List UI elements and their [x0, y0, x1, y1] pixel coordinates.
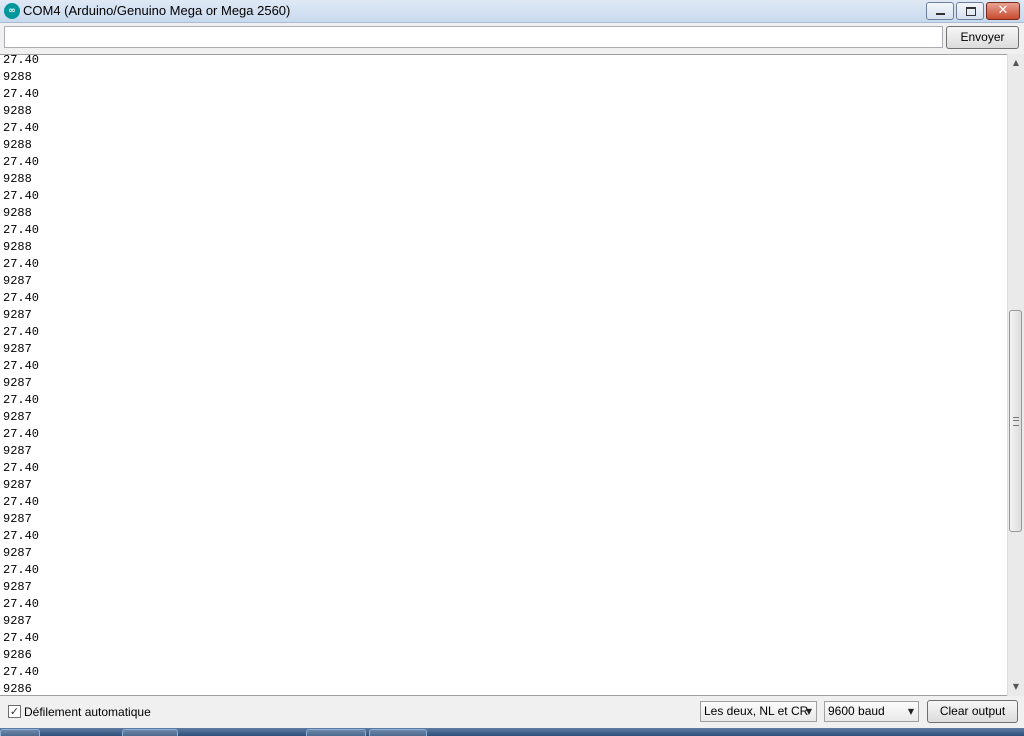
taskbar: [0, 728, 1024, 736]
output-line: 9286: [3, 682, 32, 696]
output-line: 27.40: [3, 291, 40, 305]
vertical-scrollbar[interactable]: ▲ ▼: [1007, 54, 1024, 696]
maximize-icon: [957, 3, 983, 19]
autoscroll-checkbox[interactable]: ✓: [8, 705, 21, 718]
send-input[interactable]: [4, 26, 943, 48]
output-line: 27.40: [3, 257, 40, 271]
serial-output[interactable]: 27.40 9288 27.40 9288 27.40 9288 27.40 9288 27.4…: [0, 54, 1007, 696]
grip-icon: [1013, 417, 1019, 426]
taskbar-button[interactable]: [369, 729, 427, 736]
output-line: 27.40: [3, 427, 40, 441]
serial-output-lines: 27.40 9288 27.40 9288 27.40 9288 27.40 9288 27.4…: [3, 54, 40, 696]
output-line: 9287: [3, 546, 32, 560]
output-line: 27.40: [3, 359, 40, 373]
minimize-icon: [927, 3, 953, 19]
output-line: 27.40: [3, 461, 40, 475]
line-ending-select[interactable]: Les deux, NL et CR ▼: [700, 701, 817, 722]
output-line: 9287: [3, 342, 32, 356]
output-line: 27.40: [3, 597, 40, 611]
scrollbar-thumb[interactable]: [1009, 310, 1022, 532]
close-icon: ✕: [997, 3, 1009, 18]
baud-rate-value: 9600 baud: [828, 704, 885, 718]
output-line: 9287: [3, 478, 32, 492]
close-button[interactable]: ✕: [986, 2, 1020, 20]
output-line: 27.40: [3, 563, 40, 577]
autoscroll-label: Défilement automatique: [24, 705, 151, 719]
taskbar-button[interactable]: [0, 729, 40, 736]
output-line: 9287: [3, 410, 32, 424]
output-line: 9287: [3, 308, 32, 322]
output-line: 9288: [3, 206, 32, 220]
output-line: 27.40: [3, 87, 40, 101]
output-line: 27.40: [3, 495, 40, 509]
output-line: 27.40: [3, 189, 40, 203]
output-line: 27.40: [3, 631, 40, 645]
maximize-button[interactable]: [956, 2, 984, 20]
output-line: 27.40: [3, 121, 40, 135]
scroll-down-arrow-icon[interactable]: ▼: [1008, 680, 1024, 694]
output-line: 9287: [3, 512, 32, 526]
output-line: 9288: [3, 240, 32, 254]
output-line: 9288: [3, 138, 32, 152]
output-line: 9288: [3, 104, 32, 118]
line-ending-value: Les deux, NL et CR: [704, 704, 809, 718]
chevron-down-icon: ▼: [907, 707, 914, 716]
output-line: 27.40: [3, 393, 40, 407]
send-button[interactable]: Envoyer: [946, 26, 1019, 49]
output-line: 9287: [3, 580, 32, 594]
output-line: 9287: [3, 444, 32, 458]
output-line: 27.40: [3, 223, 40, 237]
taskbar-button[interactable]: [306, 729, 366, 736]
minimize-button[interactable]: [926, 2, 954, 20]
output-line: 27.40: [3, 155, 40, 169]
arduino-icon: ∞: [4, 3, 20, 19]
bottom-bar: ✓ Défilement automatique Les deux, NL et…: [0, 697, 1024, 728]
output-line: 9287: [3, 614, 32, 628]
title-bar: ∞ COM4 (Arduino/Genuino Mega or Mega 256…: [0, 0, 1024, 23]
output-line: 27.40: [3, 529, 40, 543]
chevron-down-icon: ▼: [805, 707, 812, 716]
output-line: 9288: [3, 70, 32, 84]
output-line: 9287: [3, 376, 32, 390]
scroll-up-arrow-icon[interactable]: ▲: [1008, 56, 1024, 70]
taskbar-button[interactable]: [122, 729, 178, 736]
output-line: 9286: [3, 648, 32, 662]
output-line: 27.40: [3, 665, 40, 679]
baud-rate-select[interactable]: 9600 baud ▼: [824, 701, 919, 722]
clear-output-button[interactable]: Clear output: [927, 700, 1018, 723]
output-line: 27.40: [3, 325, 40, 339]
output-line: 27.40: [3, 54, 40, 67]
output-line: 9287: [3, 274, 32, 288]
output-line: 9288: [3, 172, 32, 186]
window-title: COM4 (Arduino/Genuino Mega or Mega 2560): [23, 3, 291, 18]
